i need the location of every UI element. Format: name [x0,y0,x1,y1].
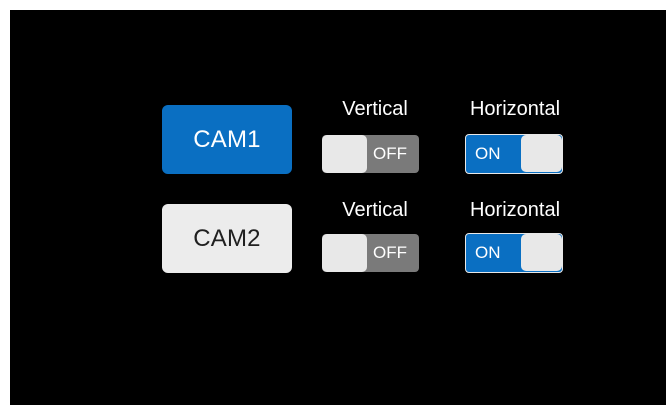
toggle-knob [322,234,367,272]
cam2-vertical-label: Vertical [342,199,408,221]
cam2-horizontal-toggle[interactable]: ON [465,233,563,273]
toggle-state-text: ON [475,243,501,262]
control-panel: CAM1 Vertical Horizontal OFF ON CAM2 Ver… [10,10,666,405]
cam1-horizontal-label: Horizontal [469,98,561,120]
toggle-knob [521,234,562,271]
cam1-button[interactable]: CAM1 [162,105,292,174]
cam1-vertical-toggle[interactable]: OFF [322,135,419,173]
cam1-vertical-label: Vertical [342,98,408,120]
toggle-state-text: ON [475,144,501,163]
toggle-state-text: OFF [373,243,407,262]
cam1-horizontal-toggle[interactable]: ON [465,134,563,174]
toggle-state-text: OFF [373,144,407,163]
cam2-horizontal-label: Horizontal [469,199,561,221]
cam2-button[interactable]: CAM2 [162,204,292,273]
cam2-vertical-toggle[interactable]: OFF [322,234,419,272]
toggle-knob [322,135,367,173]
toggle-knob [521,135,562,172]
